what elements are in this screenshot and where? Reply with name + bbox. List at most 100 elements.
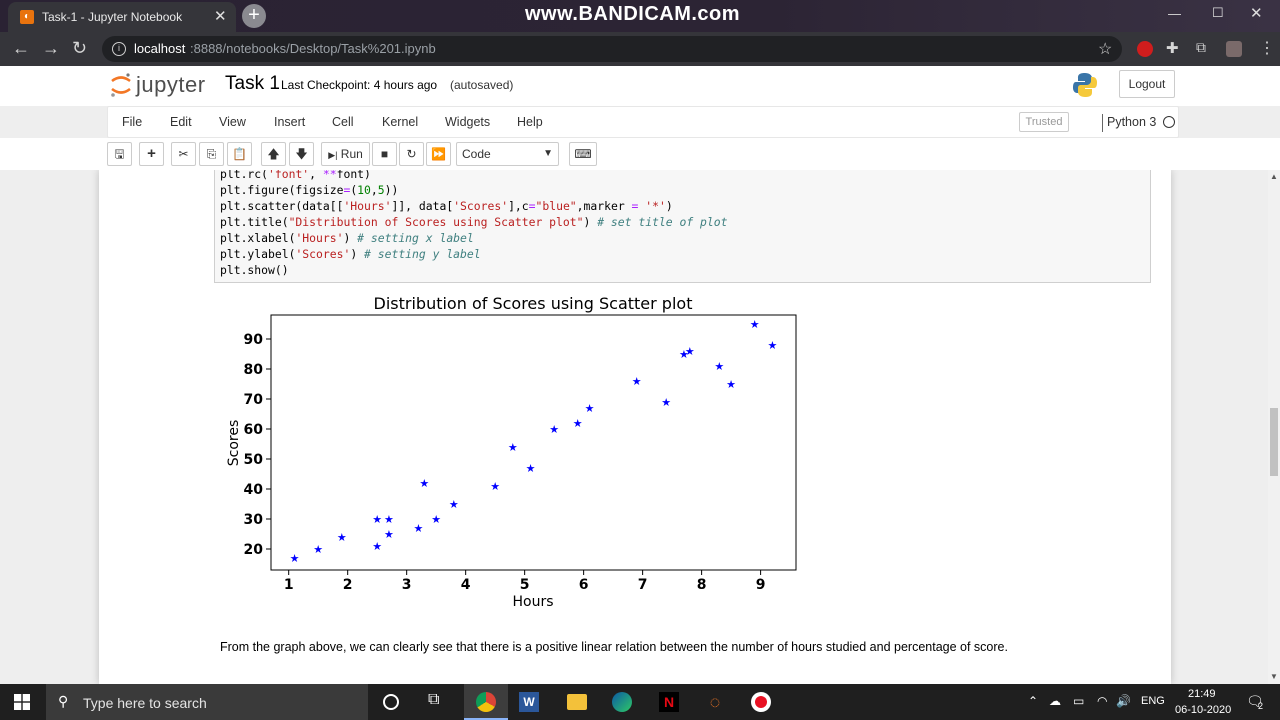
menu-view[interactable]: View (219, 115, 246, 129)
restart-icon[interactable]: ↻ (399, 142, 424, 166)
trusted-indicator[interactable]: Trusted (1019, 112, 1069, 132)
jupyter-taskbar-icon[interactable]: ◌ (705, 692, 725, 712)
clock-date[interactable]: 06-10-2020 (1175, 704, 1231, 716)
wifi-icon[interactable]: ◠ (1097, 694, 1107, 708)
data-point-star: ★ (750, 318, 760, 331)
jupyter-logo-icon[interactable] (110, 72, 132, 98)
copy-icon[interactable]: ⎘ (199, 142, 224, 166)
windows-start-icon[interactable] (14, 694, 30, 710)
url-path: :8888/notebooks/Desktop/Task%201.ipynb (190, 41, 436, 56)
code-line-2: plt.figure(figsize=(10,5)) (220, 183, 399, 197)
menu-file[interactable]: File (122, 115, 142, 129)
x-axis-label: Hours (512, 594, 553, 610)
windows-taskbar: ⚲ Type here to search ⧉ W N ◌ ⌃ ☁ ▭ ◠ 🔊 … (0, 684, 1280, 720)
new-tab-plus-icon[interactable]: + (242, 4, 266, 28)
paste-icon[interactable]: 📋 (227, 142, 252, 166)
url-host: localhost (134, 41, 186, 56)
forward-arrow-icon[interactable]: → (42, 38, 60, 59)
x-tick-label: 9 (756, 577, 766, 593)
chevron-down-icon: ▼ (543, 148, 553, 159)
menu-kernel[interactable]: Kernel (382, 115, 418, 129)
page-scrollbar[interactable]: ▲ ▼ (1268, 170, 1280, 684)
battery-icon[interactable]: ▭ (1073, 694, 1084, 708)
file-explorer-icon[interactable] (567, 694, 587, 710)
maximize-icon[interactable]: ☐ (1212, 5, 1224, 21)
window-close-icon[interactable]: ✕ (1250, 4, 1263, 22)
keyboard-icon[interactable]: ⌨ (569, 142, 597, 166)
code-line-5: plt.xlabel('Hours') # setting x label (220, 231, 474, 245)
scroll-down-icon[interactable]: ▼ (1270, 672, 1278, 681)
scroll-thumb[interactable] (1270, 408, 1278, 476)
toolbar: 🖫 + ✂ ⎘ 📋 🡅 🡇 ▶| Run ■ ↻ ⏩ Code ▼ ⌨ (0, 138, 1280, 170)
search-icon: ⚲ (58, 693, 69, 709)
scroll-up-icon[interactable]: ▲ (1270, 172, 1278, 181)
move-down-arrow-icon[interactable]: 🡇 (289, 142, 314, 166)
back-arrow-icon[interactable]: ← (12, 38, 30, 59)
y-tick-label: 80 (244, 362, 264, 378)
code-cell[interactable]: plt.rc('font', **font) plt.figure(figsiz… (214, 170, 1151, 283)
markdown-conclusion: From the graph above, we can clearly see… (220, 640, 1008, 654)
run-button[interactable]: ▶| Run (321, 142, 370, 166)
kernel-name[interactable]: Python 3 (1107, 115, 1156, 129)
jupyter-logo-text[interactable]: jupyter (136, 72, 206, 98)
reload-icon[interactable]: ↻ (72, 38, 87, 59)
bandicam-record-icon[interactable] (751, 692, 771, 712)
notification-count: 2 (1258, 701, 1264, 711)
run-label: Run (340, 147, 363, 161)
menu-edit[interactable]: Edit (170, 115, 192, 129)
tray-chevron-up-icon[interactable]: ⌃ (1028, 694, 1038, 708)
plot-frame (270, 314, 797, 571)
cut-icon[interactable]: ✂ (171, 142, 196, 166)
profile-avatar-icon[interactable] (1226, 41, 1242, 57)
clock-time[interactable]: 21:49 (1188, 688, 1216, 700)
y-axis-label: Scores (226, 420, 242, 467)
edge-icon[interactable] (612, 692, 632, 712)
menu-help[interactable]: Help (517, 115, 543, 129)
cast-icon[interactable]: ⧉ (1196, 39, 1206, 56)
notebook-name[interactable]: Task 1 (225, 73, 280, 95)
language-indicator[interactable]: ENG (1141, 695, 1165, 707)
netflix-icon[interactable]: N (659, 692, 679, 712)
minimize-icon[interactable]: — (1168, 6, 1181, 21)
info-icon[interactable]: i (112, 42, 126, 56)
code-editor[interactable]: plt.rc('font', **font) plt.figure(figsiz… (220, 170, 728, 278)
volume-icon[interactable]: 🔊 (1116, 694, 1131, 708)
y-tick-label: 70 (244, 392, 264, 408)
interrupt-stop-icon[interactable]: ■ (372, 142, 397, 166)
bookmark-star-icon[interactable]: ☆ (1098, 39, 1112, 59)
chrome-taskbar-button[interactable] (464, 684, 508, 720)
logout-button[interactable]: Logout (1119, 70, 1175, 98)
close-icon[interactable]: ✕ (214, 7, 227, 25)
data-point-star: ★ (431, 513, 441, 526)
cell-type-select[interactable]: Code ▼ (456, 142, 559, 166)
menu-cell[interactable]: Cell (332, 115, 354, 129)
menu-insert[interactable]: Insert (274, 115, 305, 129)
chrome-icon (476, 692, 496, 712)
move-up-arrow-icon[interactable]: 🡅 (261, 142, 286, 166)
url-input[interactable]: i localhost :8888/notebooks/Desktop/Task… (102, 36, 1122, 62)
menu-widgets[interactable]: Widgets (445, 115, 490, 129)
task-view-icon[interactable]: ⧉ (428, 691, 439, 709)
x-tick-label: 8 (697, 577, 707, 593)
y-tick-label: 30 (244, 512, 264, 528)
kernel-separator (1102, 114, 1103, 132)
tab-title: Task-1 - Jupyter Notebook (42, 10, 183, 24)
taskbar-search-input[interactable]: ⚲ Type here to search (46, 684, 368, 720)
data-point-star: ★ (714, 360, 724, 373)
scatter-plot: Distribution of Scores using Scatter plo… (226, 294, 797, 610)
extension-red-icon[interactable] (1137, 41, 1153, 57)
data-point-star: ★ (726, 378, 736, 391)
restart-run-all-icon[interactable]: ⏩ (426, 142, 451, 166)
more-menu-icon[interactable]: ⋮ (1259, 38, 1275, 58)
insert-cell-plus-icon[interactable]: + (139, 142, 164, 166)
browser-tab-bar: ◐ Task-1 - Jupyter Notebook ✕ + www.BAND… (0, 0, 1280, 32)
word-icon[interactable]: W (519, 692, 539, 712)
extensions-puzzle-icon[interactable]: ✚ (1166, 39, 1179, 57)
y-tick-label: 40 (244, 482, 264, 498)
save-icon[interactable]: 🖫 (107, 142, 132, 166)
cortana-icon[interactable] (383, 694, 399, 710)
run-step-icon: ▶| (328, 150, 338, 160)
browser-tab[interactable]: ◐ Task-1 - Jupyter Notebook ✕ (8, 2, 236, 32)
menubar: File Edit View Insert Cell Kernel Widget… (107, 106, 1179, 138)
onedrive-cloud-icon[interactable]: ☁ (1049, 694, 1061, 708)
